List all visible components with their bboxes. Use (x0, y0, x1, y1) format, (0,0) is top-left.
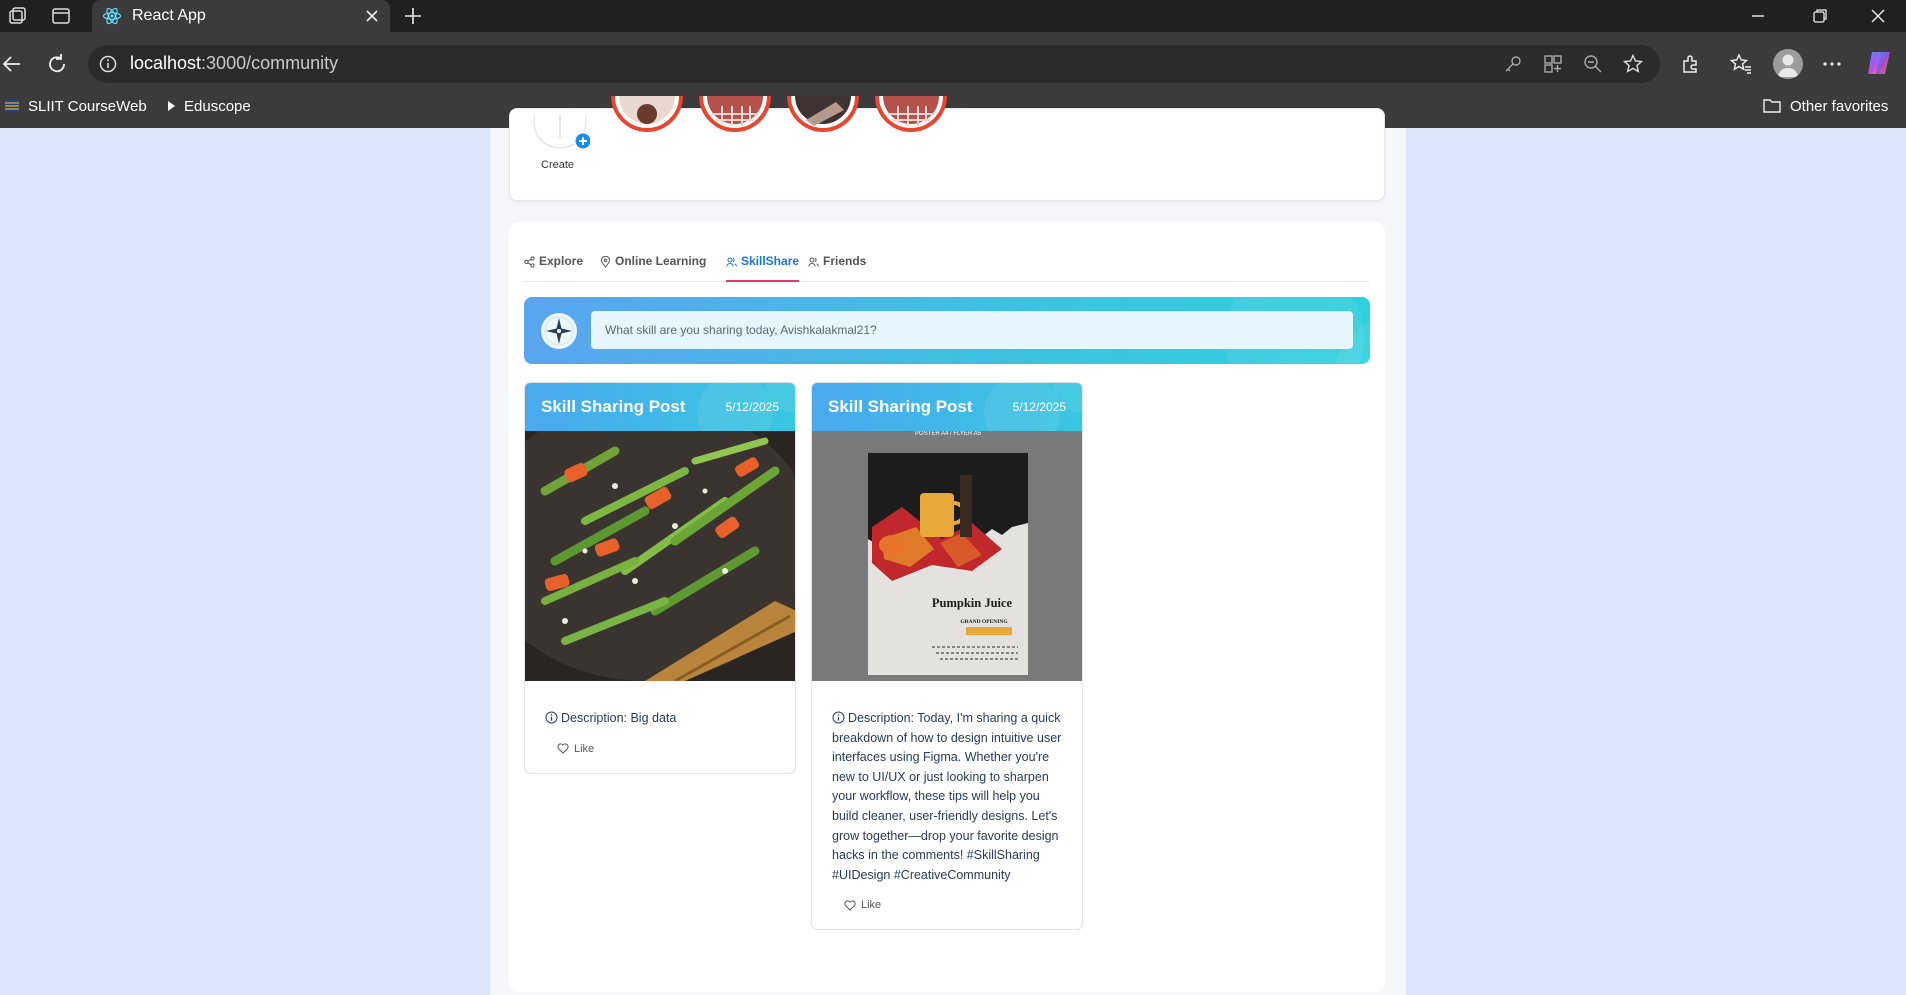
like-button[interactable]: Like (557, 743, 594, 755)
post-date: 5/12/2025 (1012, 400, 1066, 414)
story-avatar[interactable] (874, 96, 948, 156)
copilot-icon[interactable] (1864, 48, 1894, 78)
location-pin-icon (600, 256, 611, 268)
skill-composer (524, 297, 1370, 364)
profile-avatar[interactable] (1773, 49, 1803, 79)
folder-icon (1763, 99, 1781, 113)
poster-subtitle: GRAND OPENING (960, 619, 1008, 625)
post-header: Skill Sharing Post 5/12/2025 (812, 383, 1082, 431)
password-key-icon[interactable] (1502, 53, 1524, 75)
new-tab-icon[interactable] (402, 5, 424, 27)
story-avatar[interactable] (698, 96, 772, 156)
tab-explore[interactable]: Explore (524, 254, 583, 282)
more-options-icon[interactable] (1819, 51, 1845, 77)
post-image[interactable]: POSTER A4 / FLYER A5 Pumpkin Juice GRAND… (812, 431, 1083, 681)
skill-post-input[interactable] (591, 311, 1353, 349)
post-title: Skill Sharing Post (828, 397, 973, 416)
tab-friends[interactable]: Friends (808, 254, 866, 282)
zoom-icon[interactable] (1582, 53, 1604, 75)
close-window-icon[interactable] (1866, 4, 1890, 28)
story-avatar[interactable] (786, 96, 860, 156)
info-icon (832, 711, 845, 724)
react-logo-icon (102, 7, 122, 25)
favorite-star-icon[interactable] (1622, 53, 1644, 75)
vertical-tabs-icon[interactable] (50, 5, 72, 27)
bookmark-eduscope[interactable]: Eduscope (166, 96, 251, 116)
close-tab-icon[interactable] (362, 6, 382, 26)
post-date: 5/12/2025 (725, 400, 779, 414)
heart-icon (844, 900, 856, 911)
workspaces-icon[interactable] (6, 5, 28, 27)
story-avatar[interactable] (610, 96, 684, 156)
other-favorites[interactable]: Other favorites (1762, 96, 1888, 116)
back-icon[interactable] (0, 51, 26, 77)
share-icon (524, 256, 535, 268)
profile-person-icon (1778, 54, 1798, 77)
poster-title: Pumpkin Juice (932, 596, 1013, 610)
favorites-icon[interactable] (1728, 51, 1754, 77)
post-image[interactable] (525, 431, 796, 681)
address-bar[interactable]: localhost:3000/community (88, 45, 1660, 83)
browser-titlebar: React App (0, 0, 1906, 32)
tab-title: React App (132, 7, 206, 24)
site-info-icon[interactable] (98, 54, 118, 74)
bookmark-sliit-courseweb[interactable]: SLIIT CourseWeb (4, 96, 147, 116)
skill-post-card: Skill Sharing Post 5/12/2025 Description… (524, 382, 796, 774)
feed-tabs: Explore Online Learning SkillShare Frien… (524, 254, 1370, 282)
people-icon (808, 257, 819, 267)
url-text: localhost:3000/community (130, 53, 339, 73)
skill-post-card: Skill Sharing Post 5/12/2025 POSTER A4 /… (811, 382, 1083, 931)
tab-skillshare[interactable]: SkillShare (726, 254, 800, 282)
reload-icon[interactable] (44, 51, 70, 77)
restore-icon[interactable] (1808, 4, 1832, 28)
app-available-icon[interactable] (1542, 53, 1564, 75)
post-header: Skill Sharing Post 5/12/2025 (525, 383, 795, 431)
post-description: Description: Big data (545, 709, 775, 729)
post-description: Description: Today, I'm sharing a quick … (832, 711, 1062, 882)
poster-header: POSTER A4 / FLYER A5 (915, 431, 982, 437)
create-story-label: Create (541, 159, 575, 171)
heart-icon (557, 743, 569, 754)
like-button[interactable]: Like (844, 899, 881, 911)
sliit-favicon-icon (5, 100, 19, 112)
people-icon (726, 257, 737, 267)
extensions-icon[interactable] (1678, 51, 1704, 77)
minimize-icon[interactable] (1746, 4, 1770, 28)
tab-online-learning[interactable]: Online Learning (600, 254, 706, 282)
post-title: Skill Sharing Post (541, 397, 686, 416)
play-triangle-icon (168, 101, 175, 111)
info-icon (545, 711, 558, 724)
compass-icon[interactable] (540, 312, 578, 350)
browser-tab-react-app[interactable]: React App (92, 0, 390, 32)
